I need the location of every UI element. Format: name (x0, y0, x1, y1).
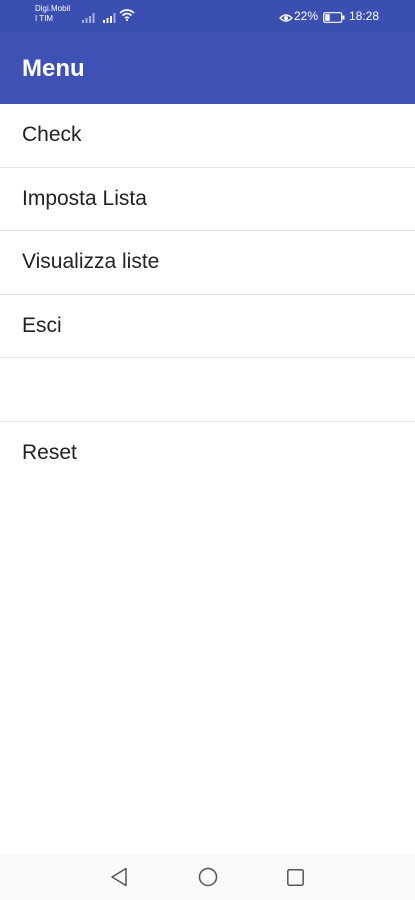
app-bar: Menu (0, 32, 415, 104)
menu-list: Check Imposta Lista Visualizza liste Esc… (0, 104, 415, 485)
battery-percent: 22% (294, 9, 319, 23)
signal-icon (103, 10, 116, 28)
home-icon[interactable] (198, 867, 218, 892)
carrier-label: Digi.Mobil I TIM (35, 4, 71, 23)
menu-item-imposta-lista[interactable]: Imposta Lista (0, 167, 415, 231)
recent-apps-icon[interactable] (287, 869, 304, 891)
status-bar: Digi.Mobil I TIM 22% 18:28 (0, 0, 415, 32)
eye-icon (279, 10, 293, 28)
menu-item-check[interactable]: Check (0, 104, 415, 168)
battery-icon (323, 10, 345, 28)
screen: Digi.Mobil I TIM 22% 18:28 Menu Check Im… (0, 0, 415, 900)
menu-item-visualizza-liste[interactable]: Visualizza liste (0, 231, 415, 295)
page-title: Menu (22, 55, 85, 82)
back-icon[interactable] (110, 867, 128, 892)
menu-item-empty[interactable] (0, 358, 415, 422)
navigation-bar (0, 854, 415, 900)
menu-item-esci[interactable]: Esci (0, 294, 415, 358)
wifi-icon (119, 8, 135, 26)
clock: 18:28 (349, 9, 380, 23)
menu-item-reset[interactable]: Reset (0, 421, 415, 485)
signal-icon (82, 10, 95, 28)
